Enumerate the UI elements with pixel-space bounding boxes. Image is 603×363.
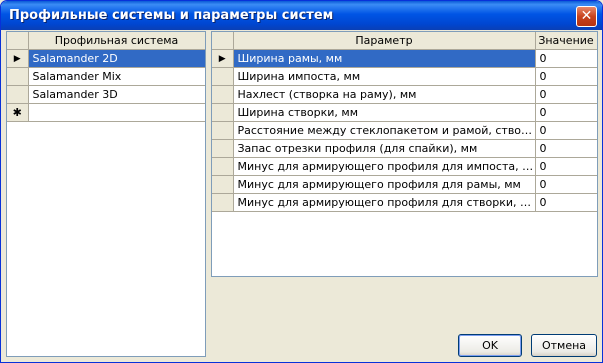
param-name-cell[interactable]: Ширина импоста, мм: [233, 67, 536, 86]
system-cell[interactable]: Salamander 2D: [28, 49, 205, 68]
new-row-cell[interactable]: [28, 103, 205, 122]
param-name-cell[interactable]: Нахлест (створка на раму), мм: [233, 85, 536, 104]
table-row[interactable]: Расстояние между стеклопакетом и рамой, …: [212, 121, 597, 140]
param-value-cell[interactable]: 0: [535, 85, 597, 104]
systems-grid[interactable]: Профильная система ▶ Salamander 2D Salam…: [6, 31, 206, 357]
row-selector[interactable]: [212, 175, 234, 194]
row-selector-arrow-icon[interactable]: ▶: [212, 49, 234, 68]
param-name-cell[interactable]: Запас отрезки профиля (для спайки), мм: [233, 139, 536, 158]
table-row[interactable]: Минус для армирующего профиля для створк…: [212, 193, 597, 212]
row-selector[interactable]: [7, 85, 29, 104]
table-row[interactable]: Salamander Mix: [7, 67, 205, 86]
param-value-cell[interactable]: 0: [535, 121, 597, 140]
param-value-cell[interactable]: 0: [535, 157, 597, 176]
row-header-corner: [212, 32, 234, 50]
dialog-window: Профильные системы и параметры систем ✕ …: [0, 0, 603, 363]
close-button[interactable]: ✕: [576, 6, 597, 27]
row-selector[interactable]: [212, 67, 234, 86]
row-selector[interactable]: [212, 103, 234, 122]
table-row[interactable]: Запас отрезки профиля (для спайки), мм 0: [212, 139, 597, 158]
table-row[interactable]: ▶ Salamander 2D: [7, 49, 205, 68]
ok-button[interactable]: OK: [458, 334, 522, 357]
column-header-system[interactable]: Профильная система: [28, 32, 205, 50]
new-row-asterisk-icon[interactable]: ✱: [7, 103, 29, 122]
cancel-button[interactable]: Отмена: [531, 334, 597, 357]
systems-header-row: Профильная система: [7, 32, 205, 50]
table-row[interactable]: Нахлест (створка на раму), мм 0: [212, 85, 597, 104]
row-selector[interactable]: [7, 67, 29, 86]
table-row[interactable]: Ширина импоста, мм 0: [212, 67, 597, 86]
row-selector[interactable]: [212, 139, 234, 158]
param-name-cell[interactable]: Минус для армирующего профиля для рамы, …: [233, 175, 536, 194]
param-value-cell[interactable]: 0: [535, 67, 597, 86]
row-header-corner: [7, 32, 29, 50]
param-value-cell[interactable]: 0: [535, 139, 597, 158]
table-row[interactable]: Salamander 3D: [7, 85, 205, 104]
param-value-cell[interactable]: 0: [535, 103, 597, 122]
system-cell[interactable]: Salamander 3D: [28, 85, 205, 104]
system-cell[interactable]: Salamander Mix: [28, 67, 205, 86]
column-header-parameter[interactable]: Параметр: [233, 32, 536, 50]
param-name-cell[interactable]: Расстояние между стеклопакетом и рамой, …: [233, 121, 536, 140]
param-name-cell[interactable]: Ширина створки, мм: [233, 103, 536, 122]
close-icon: ✕: [580, 8, 593, 24]
params-grid[interactable]: Параметр Значение ▶ Ширина рамы, мм 0 Ши…: [211, 31, 598, 277]
row-selector[interactable]: [212, 121, 234, 140]
window-title: Профильные системы и параметры систем: [9, 8, 334, 23]
param-name-cell[interactable]: Минус для армирующего профиля для створк…: [233, 193, 536, 212]
params-header-row: Параметр Значение: [212, 32, 597, 50]
title-bar[interactable]: Профильные системы и параметры систем ✕: [1, 1, 602, 30]
column-header-value[interactable]: Значение: [535, 32, 597, 50]
param-name-cell[interactable]: Минус для армирующего профиля для импост…: [233, 157, 536, 176]
table-row[interactable]: Ширина створки, мм 0: [212, 103, 597, 122]
param-name-cell[interactable]: Ширина рамы, мм: [233, 49, 536, 68]
new-row[interactable]: ✱: [7, 103, 205, 122]
row-selector[interactable]: [212, 193, 234, 212]
table-row[interactable]: Минус для армирующего профиля для рамы, …: [212, 175, 597, 194]
param-value-cell[interactable]: 0: [535, 193, 597, 212]
row-selector[interactable]: [212, 85, 234, 104]
row-selector-arrow-icon[interactable]: ▶: [7, 49, 29, 68]
table-row[interactable]: ▶ Ширина рамы, мм 0: [212, 49, 597, 68]
param-value-cell[interactable]: 0: [535, 49, 597, 68]
param-value-cell[interactable]: 0: [535, 175, 597, 194]
table-row[interactable]: Минус для армирующего профиля для импост…: [212, 157, 597, 176]
row-selector[interactable]: [212, 157, 234, 176]
